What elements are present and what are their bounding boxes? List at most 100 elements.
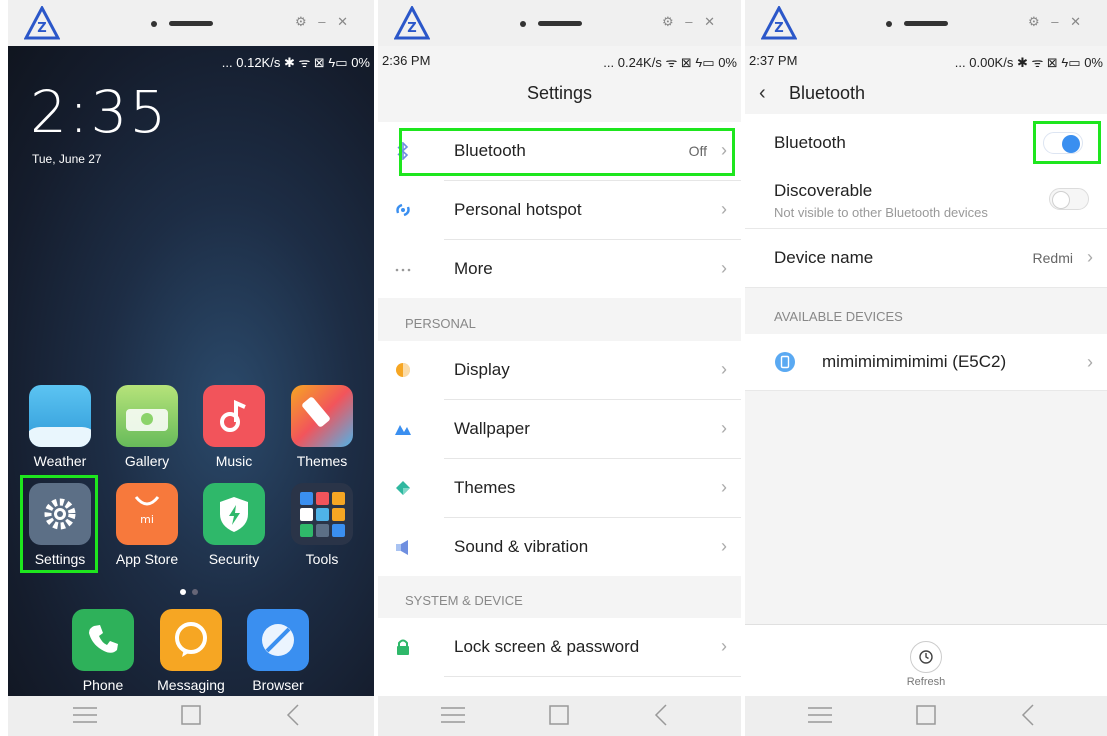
bluetooth-screen-panel: Z ⚙ – ✕ 2:37 PM ... 0.00K/s ✱ ᯤ ⊠ ϟ▭ 0% … [745,0,1107,736]
setting-lock-screen[interactable]: Lock screen & password › [397,618,741,677]
section-header: SYSTEM & DEVICE [378,578,741,618]
clock-refresh-icon [919,650,933,664]
lock-icon [397,639,409,655]
emulator-title-bar: Z ⚙ – ✕ [745,0,1107,46]
speaker-pill-icon [169,21,213,26]
section-title: AVAILABLE DEVICES [774,309,903,324]
refresh-button[interactable] [910,641,942,673]
more-dots-icon [395,268,411,272]
device-name-label: Device name [774,248,874,267]
page-header: ‹ Bluetooth [745,74,1107,114]
settings-screen-panel: Z ⚙ – ✕ 2:36 PM ... 0.24K/s ᯤ ⊠ ϟ▭ 0% Se… [378,0,741,736]
toggle-knob [1052,191,1070,209]
window-controls[interactable]: ⚙ – ✕ [295,14,352,30]
svg-text:Z: Z [774,21,783,36]
discoverable-row[interactable]: Discoverable Not visible to other Blueto… [745,172,1107,229]
setting-more[interactable]: More › [395,240,741,298]
app-label: Security [208,551,260,567]
emulator-title-bar: Z ⚙ – ✕ [8,0,374,46]
svg-text:Z: Z [37,21,46,36]
back-icon[interactable] [646,704,676,726]
setting-display[interactable]: Display › [396,341,741,400]
menu-icon[interactable] [70,704,100,726]
back-icon[interactable] [1013,704,1043,726]
status-bar: ... 0.12K/s ✱ ᯤ ⊠ ϟ▭ 0% [8,46,374,74]
emulator-logo-icon: Z [761,6,797,40]
app-store-icon: mi [116,483,178,545]
discoverable-subtitle: Not visible to other Bluetooth devices [774,205,988,220]
app-label: Messaging [157,677,225,693]
status-bar: 2:37 PM ... 0.00K/s ✱ ᯤ ⊠ ϟ▭ 0% [745,46,1107,74]
setting-label: Themes [454,478,516,497]
nav-bar [8,696,374,736]
phone-icon [72,609,134,671]
chevron-right-icon: › [1087,247,1093,267]
app-label: Phone [82,677,124,693]
toggle-highlight-box [1033,121,1101,164]
setting-wallpaper[interactable]: Wallpaper › [395,400,741,459]
section-title: PERSONAL [405,316,476,331]
settings-group-personal: Display › Wallpaper › Themes › Sound & v… [378,341,741,576]
settings-highlight-box [20,475,98,573]
device-name-row[interactable]: Device name Redmi › [745,229,1107,288]
setting-sound-vibration[interactable]: Sound & vibration › [396,518,741,576]
app-weather[interactable]: Weather [16,385,104,469]
window-controls[interactable]: ⚙ – ✕ [662,14,719,30]
page-indicator [180,582,204,600]
device-label: mimimimimimimi (E5C2) [822,352,1007,371]
hotspot-icon [396,203,410,217]
section-title: SYSTEM & DEVICE [405,593,523,608]
camera-dot-icon [519,21,526,27]
home-square-icon[interactable] [544,704,574,726]
chevron-right-icon: › [721,418,727,438]
home-square-icon[interactable] [176,704,206,726]
bluetooth-label: Bluetooth [774,133,846,152]
back-icon[interactable] [278,704,308,726]
app-label: Tools [305,551,339,567]
chevron-right-icon: › [721,199,727,219]
music-icon [203,385,265,447]
date-label: Tue, June 27 [32,152,102,166]
window-controls[interactable]: ⚙ – ✕ [1028,14,1085,30]
menu-icon[interactable] [805,704,835,726]
status-bar: 2:36 PM ... 0.24K/s ᯤ ⊠ ϟ▭ 0% [378,46,741,74]
app-themes[interactable]: Themes [278,385,366,469]
speaker-pill-icon [537,21,582,26]
discoverable-label: Discoverable [774,181,873,200]
app-browser[interactable]: Browser [234,609,322,693]
app-gallery[interactable]: Gallery [103,385,191,469]
app-messaging[interactable]: Messaging [147,609,235,693]
app-label: App Store [115,551,179,567]
home-square-icon[interactable] [911,704,941,726]
message-icon [160,609,222,671]
status-indicators: ... 0.24K/s ᯤ ⊠ ϟ▭ 0% [603,55,737,70]
setting-personal-hotspot[interactable]: Personal hotspot › [396,181,741,240]
gallery-icon [116,385,178,447]
chevron-right-icon: › [721,359,727,379]
app-tools[interactable]: Tools [278,483,366,567]
available-device-row[interactable]: mimimimimimimi (E5C2) › [745,334,1107,391]
themes-icon [291,385,353,447]
emulator-logo-icon: Z [24,6,60,40]
app-music[interactable]: Music [190,385,278,469]
status-indicators: ... 0.12K/s ✱ ᯤ ⊠ ϟ▭ 0% [221,55,370,70]
back-arrow-icon[interactable]: ‹ [759,82,766,105]
menu-icon[interactable] [438,704,468,726]
setting-label: Sound & vibration [454,537,589,556]
section-header: PERSONAL [378,301,741,341]
setting-label: Personal hotspot [454,200,582,219]
camera-dot-icon [886,21,892,27]
setting-label: Display [454,360,510,379]
app-label: Weather [33,453,87,469]
speaker-pill-icon [904,21,948,26]
app-phone[interactable]: Phone [59,609,147,693]
refresh-bar: Refresh [745,624,1107,697]
setting-label: Wallpaper [454,419,530,438]
app-security[interactable]: Security [190,483,278,567]
discoverable-toggle[interactable] [1049,188,1089,210]
app-app-store[interactable]: mi App Store [103,483,191,567]
emulator-logo-icon: Z [394,6,430,40]
wallpaper-icon [395,425,411,435]
setting-themes[interactable]: Themes › [396,459,741,518]
app-label: Browser [252,677,304,693]
